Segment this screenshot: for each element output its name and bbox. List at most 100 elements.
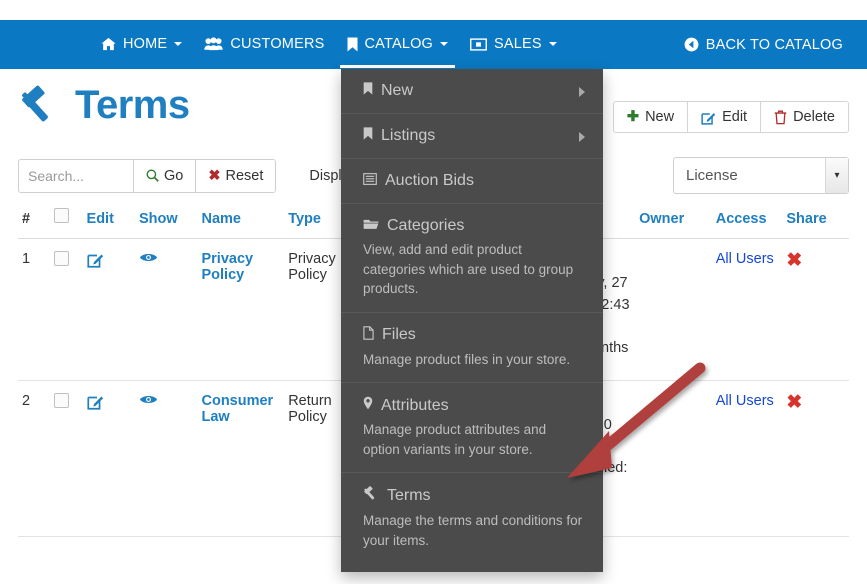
users-icon [204,37,224,51]
pencil-square-icon [701,110,716,125]
th-name[interactable]: Name [197,208,285,239]
bookmark-icon [363,127,373,145]
back-to-catalog-link[interactable]: BACK TO CATALOG [682,31,845,59]
row-number: 2 [18,380,51,537]
term-name-link[interactable]: Consumer Law [201,393,273,425]
search-group: Go ✖ Reset [18,158,277,193]
gavel-icon [18,85,62,127]
search-go-button[interactable]: Go [133,159,196,192]
dropdown-item-attributes-title: Attributes [363,396,585,415]
delete-button-label: Delete [793,109,835,125]
nav-item-catalog-label: CATALOG [364,36,434,52]
dropdown-item-terms-label: Terms [387,487,431,505]
dropdown-item-terms[interactable]: Terms Manage the terms and conditions fo… [341,473,603,563]
new-button-label: New [645,109,675,125]
chevron-right-icon [579,87,585,97]
bookmark-icon [347,37,358,52]
th-checkbox [50,208,83,239]
th-access[interactable]: Access [711,208,783,239]
nav-item-sales[interactable]: SALES [459,22,568,67]
nav-item-catalog[interactable]: CATALOG [336,22,460,68]
file-icon [363,325,374,345]
folder-open-icon [363,217,379,235]
access-link[interactable]: All Users [716,393,774,409]
pencil-square-icon[interactable] [86,393,104,410]
page-title-text: Terms [75,83,190,127]
dropdown-item-files-desc: Manage product files in your store. [363,351,571,367]
main-navbar: HOME CUSTOMERS CATALOG SALES BACK TO CAT… [0,20,867,69]
red-x-icon[interactable]: ✖ [786,392,802,413]
page-title: Terms [18,83,190,128]
license-select[interactable]: License [673,157,849,194]
dropdown-item-categories[interactable]: Categories View, add and edit product ca… [341,204,603,313]
row-share-cell: ✖ [782,380,849,537]
th-num[interactable]: # [18,208,51,239]
action-button-group: ✚ New Edit Delete [612,101,849,133]
search-go-label: Go [164,167,184,184]
nav-item-sales-label: SALES [494,36,542,52]
row-owner [635,380,712,537]
license-select-wrap: License ▾ [673,157,849,194]
edit-button[interactable]: Edit [688,102,762,132]
select-all-checkbox[interactable] [54,208,70,223]
chevron-down-icon [548,42,557,46]
dropdown-item-categories-label: Categories [387,217,465,234]
nav-item-home[interactable]: HOME [90,22,193,67]
dropdown-item-terms-desc: Manage the terms and conditions for your… [363,513,583,548]
dropdown-item-listings-label: Listings [381,127,436,144]
row-number: 1 [18,238,51,381]
back-circle-icon [684,37,699,52]
back-to-catalog-label: BACK TO CATALOG [705,36,843,53]
search-input[interactable] [19,159,133,192]
term-name-link[interactable]: Privacy Policy [201,251,253,283]
catalog-dropdown-menu: New Listings Auction Bids Categories Vie… [341,69,603,572]
row-show-cell [134,238,198,381]
row-access-cell: All Users [711,238,783,381]
home-icon [101,37,116,51]
dropdown-item-auction-bids-label: Auction Bids [385,172,474,189]
th-share[interactable]: Share [782,208,849,239]
dropdown-item-new[interactable]: New [341,69,603,114]
row-checkbox[interactable] [54,393,70,408]
bookmark-icon [363,82,373,100]
access-link[interactable]: All Users [716,251,774,267]
pencil-square-icon[interactable] [86,251,104,268]
search-reset-button[interactable]: ✖ Reset [195,159,276,192]
dropdown-item-files-title: Files [363,325,585,345]
nav-item-home-label: HOME [123,36,168,52]
row-checkbox-cell [50,380,83,537]
x-icon: ✖ [208,167,221,184]
map-pin-icon [363,396,373,415]
red-x-icon[interactable]: ✖ [786,250,802,271]
eye-icon[interactable] [139,251,158,264]
chevron-down-icon[interactable]: ▾ [825,158,848,193]
row-checkbox-cell [50,238,83,381]
dropdown-item-terms-title: Terms [363,486,585,506]
gavel-icon [363,486,379,506]
th-show[interactable]: Show [134,208,198,239]
row-checkbox[interactable] [54,251,70,266]
dropdown-item-listings[interactable]: Listings [341,114,603,159]
dropdown-item-attributes-label: Attributes [381,396,449,414]
chevron-right-icon [579,132,585,142]
dropdown-item-auction-bids-title: Auction Bids [363,172,585,190]
new-button[interactable]: ✚ New [613,102,689,132]
delete-button[interactable]: Delete [761,102,848,132]
dropdown-item-attributes[interactable]: Attributes Manage product attributes and… [341,383,603,474]
trash-icon [774,110,787,125]
nav-item-customers-label: CUSTOMERS [230,36,325,52]
dropdown-item-categories-desc: View, add and edit product categories wh… [363,242,574,297]
plus-icon: ✚ [626,109,640,125]
th-edit[interactable]: Edit [82,208,135,239]
dropdown-item-new-label: New [381,82,414,99]
list-icon [363,172,377,190]
th-owner[interactable]: Owner [635,208,712,239]
row-share-cell: ✖ [782,238,849,381]
eye-icon[interactable] [139,393,158,406]
nav-item-customers[interactable]: CUSTOMERS [193,22,335,67]
dropdown-item-files[interactable]: Files Manage product files in your store… [341,313,603,384]
dropdown-item-attributes-desc: Manage product attributes and option var… [363,422,547,457]
dropdown-item-listings-title: Listings [363,127,585,145]
dropdown-item-auction-bids[interactable]: Auction Bids [341,159,603,204]
dropdown-item-categories-title: Categories [363,217,585,235]
